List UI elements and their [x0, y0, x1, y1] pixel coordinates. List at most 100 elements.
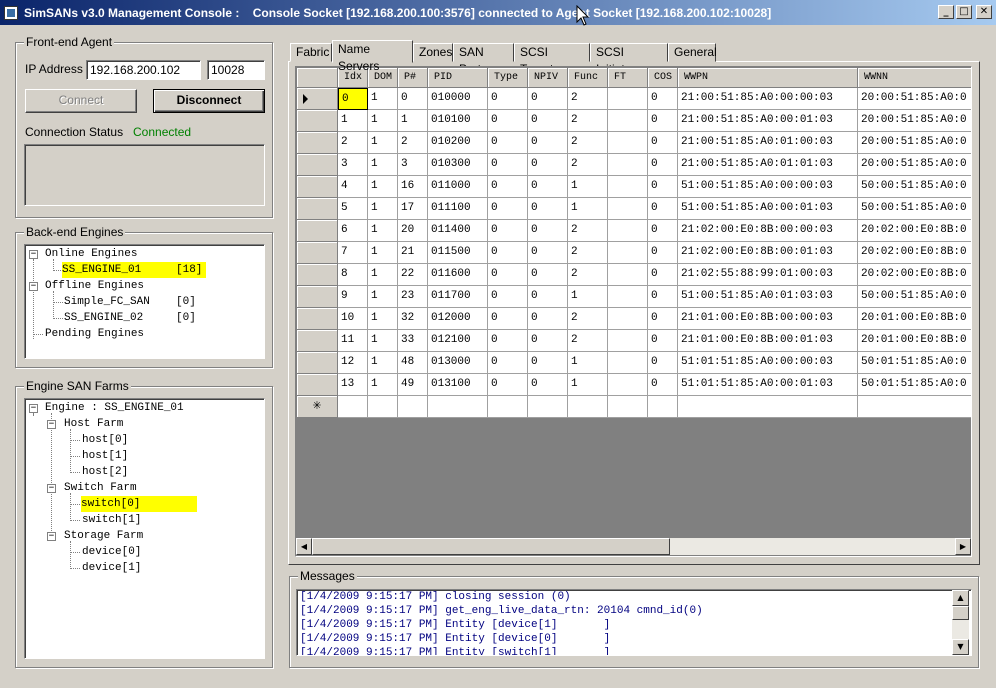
table-cell[interactable]: 4 — [338, 176, 368, 198]
tab-san-ports[interactable]: SAN Ports — [453, 43, 514, 76]
table-cell[interactable] — [608, 220, 648, 242]
table-cell[interactable]: 1 — [568, 374, 608, 396]
table-cell[interactable]: 0 — [528, 220, 568, 242]
new-row-cell[interactable] — [858, 396, 971, 418]
table-cell[interactable]: 21:00:51:85:A0:00:01:03 — [678, 110, 858, 132]
table-cell[interactable]: 010200 — [428, 132, 488, 154]
table-cell[interactable]: 0 — [528, 330, 568, 352]
table-cell[interactable]: 21:00:51:85:A0:01:00:03 — [678, 132, 858, 154]
table-cell[interactable] — [608, 110, 648, 132]
row-header[interactable] — [297, 286, 338, 308]
table-cell[interactable]: 2 — [398, 132, 428, 154]
table-cell[interactable]: 0 — [648, 374, 678, 396]
scroll-down-icon[interactable]: ▼ — [952, 639, 969, 655]
table-cell[interactable]: 0 — [488, 308, 528, 330]
table-cell[interactable]: 013100 — [428, 374, 488, 396]
row-header[interactable] — [297, 264, 338, 286]
table-cell[interactable]: 50:01:51:85:A0:0 — [858, 374, 971, 396]
table-cell[interactable]: 23 — [398, 286, 428, 308]
tree-device-0[interactable]: device[0] — [82, 544, 141, 560]
table-cell[interactable]: 011600 — [428, 264, 488, 286]
tab-fabric[interactable]: Fabric — [290, 43, 332, 62]
table-cell[interactable]: 0 — [648, 308, 678, 330]
disconnect-button[interactable]: Disconnect — [153, 89, 265, 113]
table-cell[interactable]: 20:00:51:85:A0:0 — [858, 154, 971, 176]
table-cell[interactable]: 0 — [488, 220, 528, 242]
table-cell[interactable]: 011000 — [428, 176, 488, 198]
table-cell[interactable]: 1 — [368, 132, 398, 154]
table-cell[interactable]: 20 — [398, 220, 428, 242]
table-cell[interactable]: 51:01:51:85:A0:00:00:03 — [678, 352, 858, 374]
table-cell[interactable] — [608, 154, 648, 176]
table-cell[interactable]: 0 — [338, 88, 368, 110]
tree-host-1[interactable]: host[1] — [82, 448, 128, 464]
tree-switch-farm[interactable]: Switch Farm — [64, 480, 137, 496]
san-farms-tree[interactable] — [24, 398, 265, 659]
table-cell[interactable]: 010000 — [428, 88, 488, 110]
table-cell[interactable]: 51:00:51:85:A0:00:01:03 — [678, 198, 858, 220]
table-cell[interactable]: 0 — [528, 110, 568, 132]
tree-host-0[interactable]: host[0] — [82, 432, 128, 448]
tree-host-2[interactable]: host[2] — [82, 464, 128, 480]
tree-engine-ss-engine-01[interactable]: SS_ENGINE_01 [18] — [62, 262, 206, 278]
row-header[interactable] — [297, 242, 338, 264]
table-cell[interactable] — [608, 352, 648, 374]
table-cell[interactable]: 0 — [648, 242, 678, 264]
table-cell[interactable]: 11 — [338, 330, 368, 352]
row-header[interactable] — [297, 352, 338, 374]
table-cell[interactable]: 17 — [398, 198, 428, 220]
table-cell[interactable]: 1 — [368, 220, 398, 242]
table-cell[interactable]: 21:01:00:E0:8B:00:01:03 — [678, 330, 858, 352]
table-cell[interactable]: 0 — [528, 264, 568, 286]
tab-name-servers[interactable]: Name Servers — [332, 40, 413, 73]
title-bar[interactable]: SimSANs v3.0 Management Console : Consol… — [0, 0, 996, 25]
table-cell[interactable] — [608, 176, 648, 198]
new-row-cell[interactable] — [608, 396, 648, 418]
table-cell[interactable]: 0 — [648, 352, 678, 374]
table-cell[interactable]: 0 — [398, 88, 428, 110]
tree-switch-1[interactable]: switch[1] — [82, 512, 141, 528]
tree-host-farm[interactable]: Host Farm — [64, 416, 123, 432]
row-header[interactable] — [297, 374, 338, 396]
table-cell[interactable] — [608, 308, 648, 330]
new-row-cell[interactable] — [368, 396, 398, 418]
table-cell[interactable] — [608, 286, 648, 308]
table-cell[interactable]: 13 — [338, 374, 368, 396]
column-header-pnum[interactable]: P# — [398, 68, 428, 88]
table-cell[interactable]: 5 — [338, 198, 368, 220]
table-cell[interactable]: 0 — [648, 198, 678, 220]
table-cell[interactable]: 7 — [338, 242, 368, 264]
table-cell[interactable]: 0 — [648, 88, 678, 110]
table-cell[interactable]: 51:00:51:85:A0:00:00:03 — [678, 176, 858, 198]
tab-scsi-targets[interactable]: SCSI Targets — [514, 43, 590, 76]
table-cell[interactable]: 2 — [568, 88, 608, 110]
table-cell[interactable]: 2 — [568, 264, 608, 286]
table-cell[interactable] — [608, 374, 648, 396]
tab-scsi-initiators[interactable]: SCSI Initiators — [590, 43, 668, 76]
row-header[interactable] — [297, 198, 338, 220]
table-cell[interactable] — [608, 132, 648, 154]
table-cell[interactable] — [608, 198, 648, 220]
table-cell[interactable]: 20:00:51:85:A0:0 — [858, 88, 971, 110]
table-cell[interactable]: 1 — [368, 154, 398, 176]
table-cell[interactable]: 010100 — [428, 110, 488, 132]
table-cell[interactable]: 010300 — [428, 154, 488, 176]
row-header[interactable] — [297, 154, 338, 176]
table-cell[interactable]: 50:00:51:85:A0:0 — [858, 176, 971, 198]
table-cell[interactable]: 1 — [398, 110, 428, 132]
new-row-cell[interactable] — [528, 396, 568, 418]
scroll-left-icon[interactable]: ◀ — [296, 538, 312, 555]
table-cell[interactable]: 50:00:51:85:A0:0 — [858, 198, 971, 220]
row-header[interactable] — [297, 176, 338, 198]
collapse-storage-farm-icon[interactable]: − — [47, 532, 56, 541]
table-cell[interactable]: 011500 — [428, 242, 488, 264]
table-cell[interactable]: 1 — [368, 308, 398, 330]
table-cell[interactable]: 0 — [488, 88, 528, 110]
table-cell[interactable]: 0 — [528, 308, 568, 330]
tree-switch-0[interactable]: switch[0] — [81, 496, 197, 512]
table-cell[interactable]: 0 — [488, 264, 528, 286]
collapse-offline-icon[interactable]: − — [29, 282, 38, 291]
table-cell[interactable]: 0 — [488, 352, 528, 374]
row-header[interactable] — [297, 308, 338, 330]
port-input[interactable]: 10028 — [207, 60, 265, 80]
